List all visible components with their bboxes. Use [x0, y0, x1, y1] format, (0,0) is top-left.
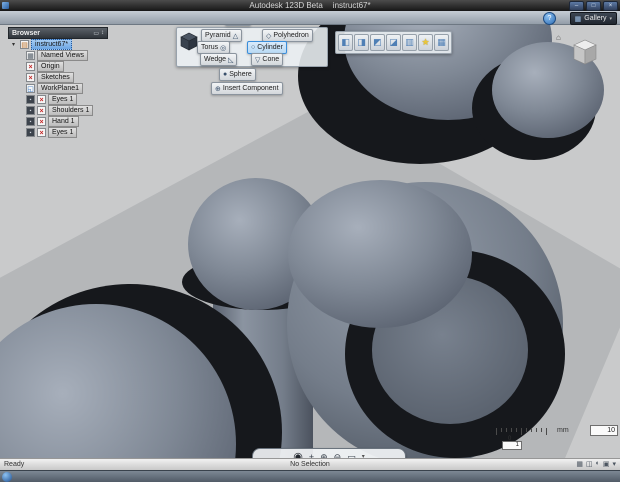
torus-icon: ◎	[220, 44, 227, 52]
cone-label: Cone	[262, 56, 280, 63]
wedge-button[interactable]: Wedge ◺	[200, 53, 238, 66]
document-title: instruct67*	[332, 1, 371, 10]
status-icons: ▦ ◫ ◐ ▣ ▾	[576, 460, 616, 468]
gallery-icon: ▦	[574, 15, 582, 23]
ruler-unit-label: mm	[557, 427, 569, 434]
visibility-off-icon[interactable]: ×	[37, 117, 46, 126]
browser-item-hand1[interactable]: ▪ × Hand 1	[26, 116, 79, 127]
browser-item-eyes1b[interactable]: ▪ × Eyes 1	[26, 127, 78, 138]
cylinder-icon: ○	[251, 44, 256, 51]
view-cube[interactable]	[568, 36, 602, 70]
quick-toolbar: ◧ ◨ ◩ ◪ ▥ ★ ▦	[335, 31, 452, 54]
top-toolbar: ? ▦ Gallery ▾	[0, 11, 620, 25]
subtract-icon[interactable]: ◨	[354, 34, 369, 51]
browser-item-label[interactable]: Origin	[37, 61, 64, 72]
browser-header[interactable]: Browser ▭ ↕	[8, 27, 108, 39]
close-button[interactable]: ×	[603, 1, 618, 11]
browser-item-sketches[interactable]: × Sketches	[26, 72, 74, 83]
combine-icon[interactable]: ◧	[338, 34, 353, 51]
app-icon	[2, 2, 9, 9]
torus-label: Torus	[201, 44, 219, 51]
workplane-icon: ◱	[26, 84, 35, 93]
grid-minor-input[interactable]: 1	[502, 441, 522, 450]
app-title: Autodesk 123D Beta	[249, 1, 323, 10]
units-toggle-icon[interactable]: ▣	[603, 460, 610, 468]
polyhedron-label: Polyhedron	[273, 32, 309, 39]
status-ready: Ready	[4, 461, 25, 468]
status-selection: No Selection	[290, 461, 330, 468]
pyramid-icon: △	[232, 32, 239, 40]
snap-icon[interactable]: ▦	[434, 34, 449, 51]
browser-item-label[interactable]: Eyes 1	[48, 127, 78, 138]
browser-item-eyes1[interactable]: ▪ × Eyes 1	[26, 94, 78, 105]
component-icon: ▪	[26, 106, 35, 115]
grid-major-input[interactable]: 10	[590, 425, 618, 436]
minimize-button[interactable]: –	[569, 1, 584, 11]
split-icon[interactable]: ◪	[386, 34, 401, 51]
browser-item-named-views[interactable]: ▦ Named Views	[26, 50, 89, 61]
visibility-off-icon[interactable]: ×	[26, 73, 35, 82]
browser-resize-icon[interactable]: ↕	[101, 30, 104, 36]
browser-item-label[interactable]: Hand 1	[48, 116, 79, 127]
sphere-label: Sphere	[229, 71, 252, 78]
browser-item-label[interactable]: Eyes 1	[48, 94, 78, 105]
help-icon[interactable]: ?	[543, 12, 556, 25]
browser-dock-icon[interactable]: ▭	[93, 30, 99, 37]
browser-item-workplane[interactable]: ◱ WorkPlane1	[26, 83, 84, 94]
title-bar: Autodesk 123D Beta instruct67* – □ ×	[0, 0, 620, 11]
grid-toggle-icon[interactable]: ▦	[576, 460, 583, 468]
pattern-icon[interactable]: ▥	[402, 34, 417, 51]
chevron-down-icon[interactable]: ▾	[612, 460, 616, 468]
viewport-3d[interactable]	[0, 24, 620, 458]
component-icon: ▪	[26, 95, 35, 104]
wedge-icon: ◺	[228, 56, 234, 64]
named-views-icon: ▦	[26, 51, 35, 60]
browser-item-root[interactable]: ▾ ▤ instruct67*	[12, 39, 73, 50]
document-icon: ▤	[20, 40, 29, 49]
visibility-off-icon[interactable]: ×	[37, 128, 46, 137]
gallery-label: Gallery	[584, 15, 607, 22]
cylinder-label: Cylinder	[257, 44, 283, 51]
visibility-off-icon[interactable]: ×	[37, 106, 46, 115]
visibility-off-icon[interactable]: ×	[37, 95, 46, 104]
box-tool-icon[interactable]	[179, 31, 199, 51]
chevron-down-icon: ▾	[609, 15, 612, 22]
expander-icon[interactable]: ▾	[12, 41, 18, 48]
browser-item-label[interactable]: Sketches	[37, 72, 74, 83]
insert-component-icon: ⊕	[215, 85, 221, 93]
app-window: Autodesk 123D Beta instruct67* – □ × ? ▦…	[0, 0, 620, 482]
taskbar	[0, 470, 620, 482]
pyramid-label: Pyramid	[205, 32, 231, 39]
insert-component-label: Insert Component	[222, 85, 279, 92]
component-icon: ▪	[26, 117, 35, 126]
sphere-button[interactable]: ● Sphere	[219, 68, 256, 81]
cone-icon: ▽	[255, 56, 261, 64]
browser-item-label[interactable]: WorkPlane1	[37, 83, 84, 94]
browser-item-label[interactable]: Named Views	[37, 50, 89, 61]
material-icon[interactable]: ★	[418, 34, 433, 51]
browser-item-label[interactable]: instruct67*	[31, 39, 73, 50]
wedge-label: Wedge	[204, 56, 227, 63]
shading-toggle-icon[interactable]: ◐	[596, 460, 600, 468]
start-orb-icon[interactable]	[2, 472, 12, 482]
browser-item-shoulders1[interactable]: ▪ × Shoulders 1	[26, 105, 94, 116]
intersect-icon[interactable]: ◩	[370, 34, 385, 51]
polyhedron-icon: ◇	[266, 32, 272, 40]
visibility-off-icon[interactable]: ×	[26, 62, 35, 71]
browser-title: Browser	[12, 29, 41, 37]
window-controls: – □ ×	[569, 1, 618, 11]
insert-component-button[interactable]: ⊕ Insert Component	[211, 82, 283, 95]
browser-item-origin[interactable]: × Origin	[26, 61, 64, 72]
sphere-icon: ●	[223, 71, 228, 78]
component-icon: ▪	[26, 128, 35, 137]
home-icon[interactable]: ⌂	[556, 33, 561, 42]
cone-button[interactable]: ▽ Cone	[251, 53, 284, 66]
scale-ruler	[496, 428, 547, 435]
snap-toggle-icon[interactable]: ◫	[586, 460, 593, 468]
gallery-button[interactable]: ▦ Gallery ▾	[569, 12, 617, 25]
maximize-button[interactable]: □	[586, 1, 601, 11]
browser-item-label[interactable]: Shoulders 1	[48, 105, 94, 116]
